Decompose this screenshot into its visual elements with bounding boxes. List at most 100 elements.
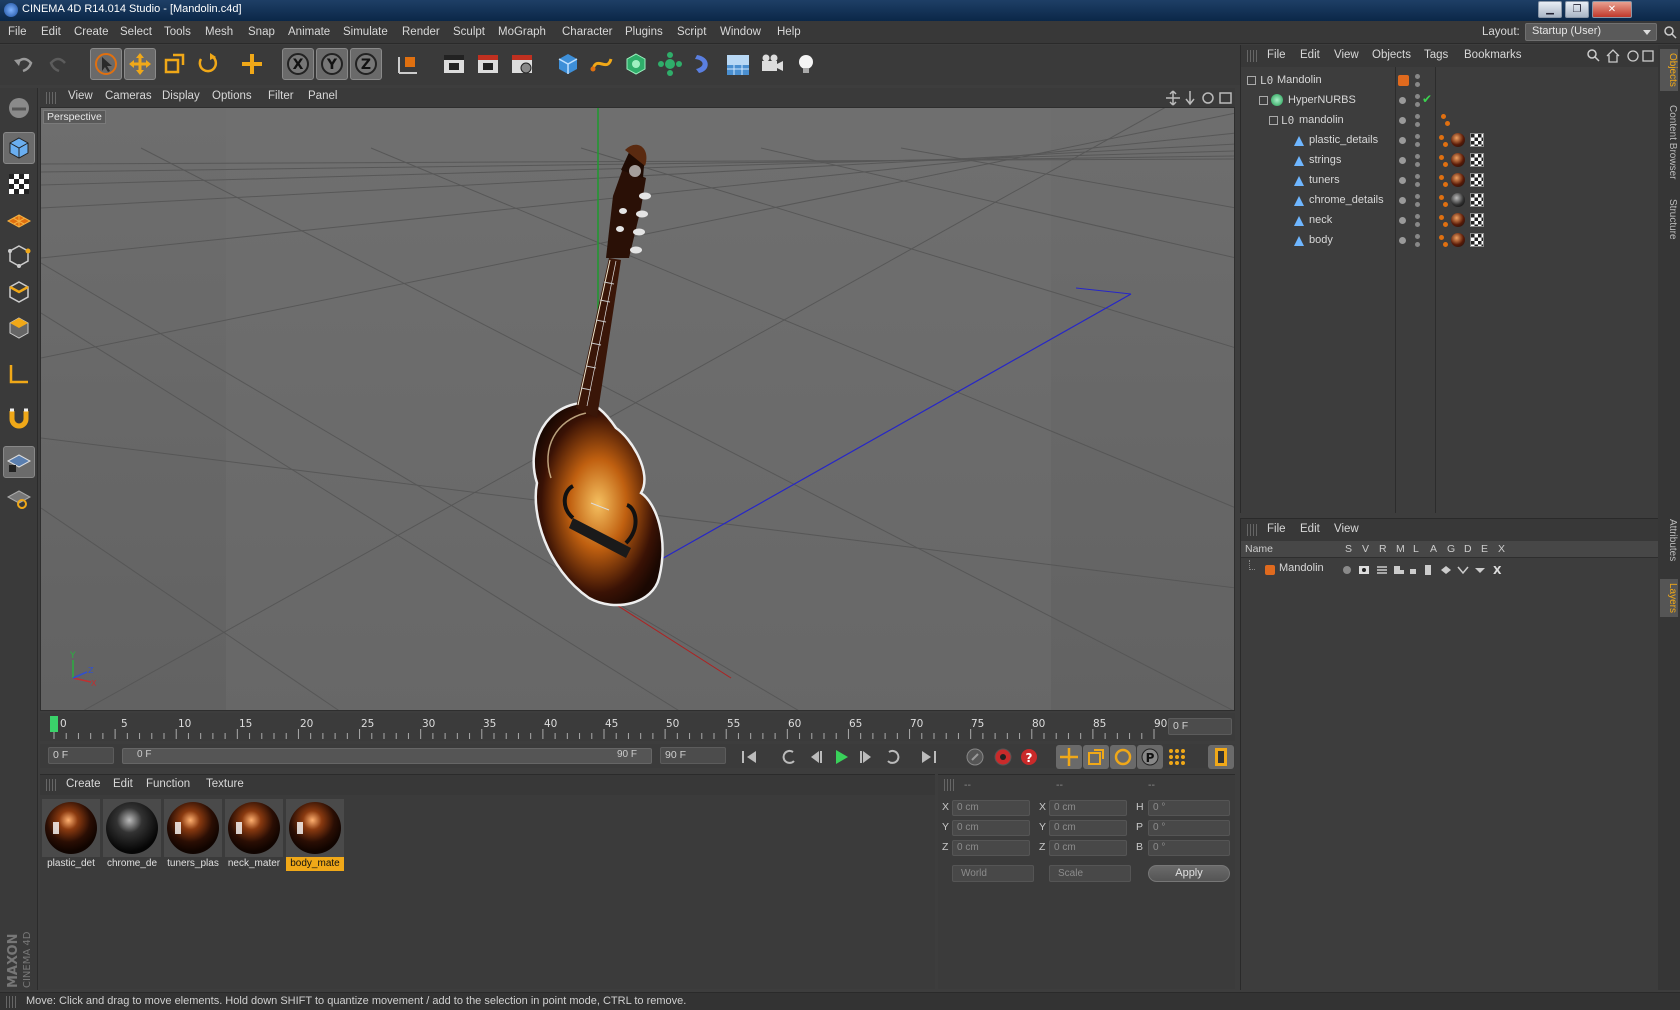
- timeline-scheme-button[interactable]: [1208, 745, 1234, 769]
- material-swatch[interactable]: tuners_plas: [164, 799, 222, 873]
- menu-create[interactable]: Create: [74, 26, 109, 38]
- planar-workplane-button[interactable]: [3, 482, 35, 514]
- render-view-button[interactable]: [438, 48, 470, 80]
- layer-col-expressions[interactable]: E: [1481, 543, 1488, 555]
- menu-mograph[interactable]: MoGraph: [498, 26, 546, 38]
- viewport-menu-display[interactable]: Display: [162, 90, 200, 102]
- undo-button[interactable]: [8, 48, 40, 80]
- render-visibility-dot[interactable]: [1415, 182, 1420, 187]
- phong-tag-icon[interactable]: [1439, 175, 1444, 180]
- phong-tag-icon[interactable]: [1443, 242, 1448, 247]
- visibility-dot[interactable]: [1399, 137, 1406, 144]
- visibility-dot[interactable]: [1399, 237, 1406, 244]
- phong-tag-icon[interactable]: [1443, 142, 1448, 147]
- tab-layers[interactable]: Layers: [1660, 579, 1678, 618]
- menu-snap[interactable]: Snap: [248, 26, 275, 38]
- editor-visibility-dot[interactable]: [1415, 214, 1420, 219]
- material-tag-icon[interactable]: [1451, 173, 1465, 187]
- visibility-dot[interactable]: [1399, 97, 1406, 104]
- visibility-dot[interactable]: [1399, 177, 1406, 184]
- next-keyframe-button[interactable]: [880, 745, 906, 769]
- viewport-camera-label[interactable]: Perspective: [43, 110, 106, 124]
- phong-tag-icon[interactable]: [1443, 162, 1448, 167]
- live-selection-button[interactable]: [90, 48, 122, 80]
- layers-menu-view[interactable]: View: [1334, 523, 1359, 535]
- viewport-menu-view[interactable]: View: [68, 90, 93, 102]
- add-spline-button[interactable]: [586, 48, 618, 80]
- go-to-start-button[interactable]: [736, 745, 762, 769]
- menu-simulate[interactable]: Simulate: [343, 26, 388, 38]
- workplane-mode-button[interactable]: [3, 204, 35, 236]
- polygons-mode-button[interactable]: [3, 312, 35, 344]
- collapse-toggle-icon[interactable]: [1247, 76, 1256, 85]
- layout-dropdown[interactable]: Startup (User): [1525, 23, 1657, 41]
- uvw-tag-icon[interactable]: [1470, 173, 1484, 187]
- panel-grip-icon[interactable]: [944, 779, 954, 791]
- object-row-tuners[interactable]: tuners: [1241, 171, 1659, 191]
- panel-grip-icon[interactable]: [46, 779, 56, 791]
- key-pla-button[interactable]: [1164, 745, 1190, 769]
- editor-visibility-dot[interactable]: [1415, 234, 1420, 239]
- coordinate-system-button[interactable]: [392, 48, 424, 80]
- timeline-ruler[interactable]: 0 5 10 15 20 25 30 35 40 45 50 55 60 65 …: [40, 713, 1235, 741]
- menu-mesh[interactable]: Mesh: [205, 26, 233, 38]
- object-row-hypernurbs[interactable]: HyperNURBS ✔: [1241, 91, 1659, 111]
- layer-name[interactable]: Mandolin: [1279, 562, 1324, 574]
- layer-row-mandolin[interactable]: Mandolin X: [1241, 560, 1659, 580]
- layer-col-generators[interactable]: G: [1447, 543, 1455, 555]
- coordinate-space-dropdown[interactable]: World: [952, 865, 1034, 882]
- menu-plugins[interactable]: Plugins: [625, 26, 663, 38]
- axis-mode-button[interactable]: [3, 358, 35, 390]
- menu-file[interactable]: File: [8, 26, 27, 38]
- render-settings-button[interactable]: [506, 48, 538, 80]
- perspective-viewport[interactable]: Perspective Y Z X: [40, 107, 1235, 711]
- tab-attributes[interactable]: Attributes: [1660, 515, 1678, 565]
- close-button[interactable]: ✕: [1592, 1, 1632, 18]
- current-frame-field[interactable]: 0 F: [1168, 718, 1232, 735]
- record-keys-button[interactable]: [962, 745, 988, 769]
- editor-visibility-dot[interactable]: [1415, 94, 1420, 99]
- layer-color-swatch[interactable]: [1265, 565, 1275, 575]
- object-row-chrome-details[interactable]: chrome_details: [1241, 191, 1659, 211]
- rotation-p-field[interactable]: 0 °: [1148, 820, 1230, 836]
- autokeying-button[interactable]: [990, 745, 1016, 769]
- menu-render[interactable]: Render: [402, 26, 440, 38]
- object-row-plastic-details[interactable]: plastic_details: [1241, 131, 1659, 151]
- menu-edit[interactable]: Edit: [41, 26, 61, 38]
- objects-menu-objects[interactable]: Objects: [1372, 49, 1411, 61]
- phong-tag-icon[interactable]: [1443, 222, 1448, 227]
- panel-grip-icon[interactable]: [1247, 524, 1257, 536]
- object-row-neck[interactable]: neck: [1241, 211, 1659, 231]
- add-camera-button[interactable]: [756, 48, 788, 80]
- phong-tag-icon[interactable]: [1439, 135, 1444, 140]
- material-tag-icon[interactable]: [1451, 153, 1465, 167]
- layer-color-swatch[interactable]: [1398, 75, 1409, 86]
- material-swatch-selected[interactable]: body_mate: [286, 799, 344, 873]
- maximize-button[interactable]: ❐: [1565, 1, 1589, 18]
- render-visibility-dot[interactable]: [1415, 102, 1420, 107]
- tab-objects[interactable]: Objects: [1660, 49, 1678, 91]
- menu-script[interactable]: Script: [677, 26, 706, 38]
- uvw-tag-icon[interactable]: [1470, 153, 1484, 167]
- viewport-menu-cameras[interactable]: Cameras: [105, 90, 152, 102]
- viewport-menu-options[interactable]: Options: [212, 90, 252, 102]
- render-visibility-dot[interactable]: [1415, 142, 1420, 147]
- key-rotation-button[interactable]: [1110, 745, 1136, 769]
- add-environment-button[interactable]: [722, 48, 754, 80]
- edges-mode-button[interactable]: [3, 276, 35, 308]
- layer-col-solo[interactable]: S: [1345, 543, 1352, 555]
- visibility-dot[interactable]: [1399, 157, 1406, 164]
- layer-toggle-icons[interactable]: X: [1341, 563, 1511, 577]
- phong-tag-icon[interactable]: [1443, 202, 1448, 207]
- end-frame-field[interactable]: 90 F: [660, 747, 726, 764]
- phong-tag-icon[interactable]: [1439, 195, 1444, 200]
- objects-menu-view[interactable]: View: [1334, 49, 1359, 61]
- panel-grip-icon[interactable]: [1247, 50, 1257, 62]
- locked-workplane-button[interactable]: [3, 446, 35, 478]
- size-x-field[interactable]: 0 cm: [1049, 800, 1127, 816]
- panel-grip-icon[interactable]: [46, 92, 56, 104]
- phong-tag-icon[interactable]: [1445, 121, 1450, 126]
- phong-tag-icon[interactable]: [1443, 182, 1448, 187]
- object-row-mandolin-group[interactable]: L0 mandolin: [1241, 111, 1659, 131]
- make-editable-button[interactable]: [3, 92, 35, 124]
